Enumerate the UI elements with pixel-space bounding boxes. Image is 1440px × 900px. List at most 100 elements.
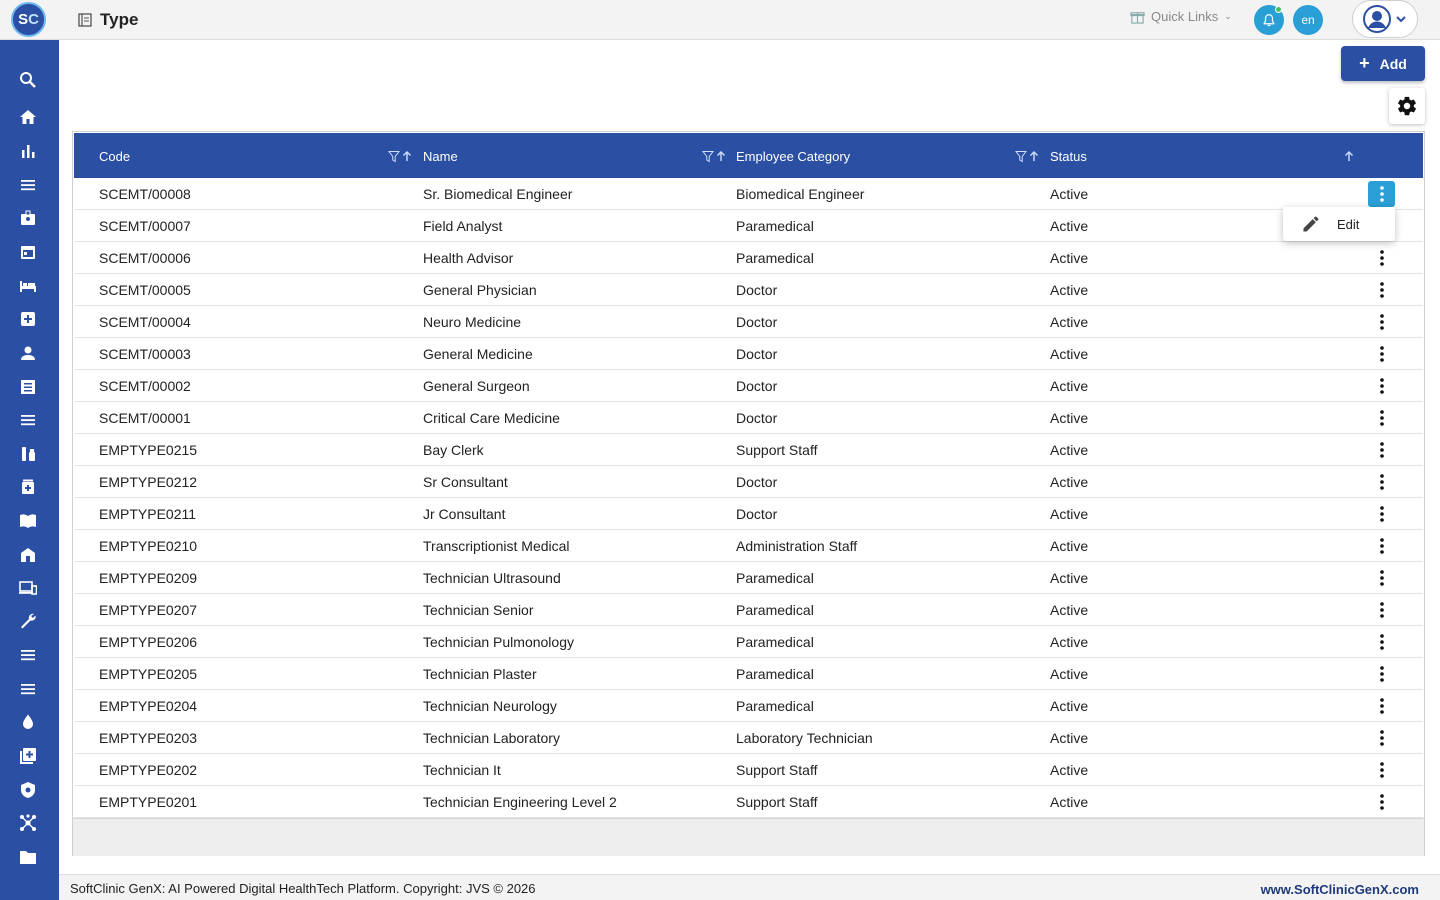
row-actions-button[interactable] (1368, 373, 1395, 399)
table-row[interactable]: EMPTYPE0212 Sr Consultant Doctor Active (74, 466, 1423, 498)
table-row[interactable]: EMPTYPE0201 Technician Engineering Level … (74, 786, 1423, 818)
row-actions-button[interactable] (1368, 533, 1395, 559)
filter-icon[interactable] (702, 150, 714, 163)
sidebar-item-wrench[interactable] (17, 610, 39, 632)
sidebar-item-add-box[interactable] (17, 745, 39, 767)
sidebar-item-search[interactable] (17, 69, 39, 91)
row-actions-button[interactable] (1368, 245, 1395, 271)
sidebar-item-folder[interactable] (17, 846, 39, 868)
receipt-icon (21, 380, 35, 394)
cell-status: Active (1050, 218, 1089, 234)
row-actions-button[interactable] (1368, 789, 1395, 815)
sort-up-icon[interactable] (1343, 150, 1355, 163)
sidebar-item-pharmacy[interactable] (17, 476, 39, 498)
more-vertical-icon (1379, 794, 1384, 810)
website-link[interactable]: www.SoftClinicGenX.com (1261, 882, 1419, 897)
table-row[interactable]: SCEMT/00004 Neuro Medicine Doctor Active (74, 306, 1423, 338)
sidebar-item-menu[interactable] (17, 678, 39, 700)
row-actions-button[interactable] (1368, 405, 1395, 431)
table-row[interactable]: SCEMT/00002 General Surgeon Doctor Active (74, 370, 1423, 402)
sidebar-item-bar-chart[interactable] (17, 140, 39, 162)
row-actions-button[interactable] (1368, 757, 1395, 783)
sidebar-item-list[interactable] (17, 409, 39, 431)
sort-up-icon[interactable] (1028, 150, 1040, 163)
cell-category: Doctor (736, 474, 778, 490)
sidebar-item-badge[interactable] (17, 207, 39, 229)
profile-menu[interactable] (1352, 0, 1418, 38)
sidebar-item-calendar[interactable] (17, 241, 39, 263)
table-row[interactable]: EMPTYPE0207 Technician Senior Paramedical A… (74, 594, 1423, 626)
row-actions-button[interactable] (1368, 725, 1395, 751)
table-row[interactable]: EMPTYPE0205 Technician Plaster Paramedical… (74, 658, 1423, 690)
sidebar-item-devices[interactable] (17, 577, 39, 599)
table-row[interactable]: SCEMT/00006 Health Advisor Paramedical Acti… (74, 242, 1423, 274)
row-actions-button[interactable] (1368, 565, 1395, 591)
table-row[interactable]: SCEMT/00005 General Physician Doctor Active (74, 274, 1423, 306)
sidebar-item-home[interactable] (17, 106, 39, 128)
sidebar-item-menu[interactable] (17, 644, 39, 666)
table-row[interactable]: EMPTYPE0206 Technician Pulmonology Paramed… (74, 626, 1423, 658)
more-vertical-icon (1379, 474, 1384, 490)
hub-icon (20, 814, 36, 831)
row-actions-button[interactable] (1368, 437, 1395, 463)
table-row[interactable]: EMPTYPE0204 Technician Neurology Paramedic… (74, 690, 1423, 722)
table-row[interactable]: EMPTYPE0203 Technician Laboratory Laborato… (74, 722, 1423, 754)
table-row[interactable]: EMPTYPE0215 Bay Clerk Support Staff Active (74, 434, 1423, 466)
sidebar-item-lab[interactable] (17, 443, 39, 465)
sort-up-icon[interactable] (401, 150, 413, 163)
cell-name: Transcriptionist Medical (423, 538, 570, 554)
app-logo[interactable]: SC (11, 2, 46, 37)
column-header-name[interactable]: Name (423, 149, 458, 164)
sidebar-item-book[interactable] (17, 510, 39, 532)
row-actions-button[interactable] (1368, 661, 1395, 687)
table-row[interactable]: EMPTYPE0202 Technician It Support Staff Act… (74, 754, 1423, 786)
sort-up-icon[interactable] (715, 150, 727, 163)
settings-button[interactable] (1389, 88, 1425, 124)
cell-code: EMPTYPE0204 (99, 698, 198, 714)
row-actions-button[interactable] (1368, 501, 1395, 527)
notifications-button[interactable] (1254, 5, 1284, 35)
sidebar-item-hub[interactable] (17, 812, 39, 834)
table-row[interactable]: EMPTYPE0209 Technician Ultrasound Paramedi… (74, 562, 1423, 594)
row-actions-button[interactable] (1368, 597, 1395, 623)
cell-category: Doctor (736, 506, 778, 522)
cell-category: Paramedical (736, 570, 814, 586)
table-row[interactable]: SCEMT/00007 Field Analyst Paramedical Activ… (74, 210, 1423, 242)
row-actions-button[interactable] (1368, 309, 1395, 335)
table-row[interactable]: SCEMT/00008 Sr. Biomedical Engineer Biomed… (74, 178, 1423, 210)
table-row[interactable]: SCEMT/00001 Critical Care Medicine Doctor A… (74, 402, 1423, 434)
table-row[interactable]: EMPTYPE0211 Jr Consultant Doctor Active (74, 498, 1423, 530)
quick-links-menu[interactable]: Quick Links ⌄ (1130, 9, 1232, 24)
table-row[interactable]: SCEMT/00003 General Medicine Doctor Active (74, 338, 1423, 370)
column-header-status[interactable]: Status (1050, 149, 1087, 164)
add-button[interactable]: + Add (1341, 46, 1425, 81)
sidebar-item-medical-kit[interactable] (17, 308, 39, 330)
code-column-tools[interactable] (388, 150, 413, 163)
cell-code: SCEMT/00003 (99, 346, 191, 362)
row-actions-button[interactable] (1368, 693, 1395, 719)
sidebar-item-shield[interactable] (17, 779, 39, 801)
home-icon (20, 110, 36, 124)
row-actions-button[interactable] (1368, 341, 1395, 367)
row-actions-button[interactable] (1368, 629, 1395, 655)
sidebar-item-blood-drop[interactable] (17, 711, 39, 733)
row-actions-button[interactable] (1368, 469, 1395, 495)
row-actions-button[interactable] (1368, 277, 1395, 303)
cell-category: Support Staff (736, 442, 818, 458)
status-column-tools[interactable] (1343, 150, 1355, 163)
category-column-tools[interactable] (1015, 150, 1040, 163)
sidebar-item-bed[interactable] (17, 275, 39, 297)
sidebar-item-person[interactable] (17, 342, 39, 364)
edit-menu-item[interactable]: Edit (1337, 217, 1359, 232)
row-actions-button[interactable] (1368, 181, 1395, 207)
sidebar-item-receipt[interactable] (17, 376, 39, 398)
filter-icon[interactable] (1015, 150, 1027, 163)
name-column-tools[interactable] (702, 150, 727, 163)
language-button[interactable]: en (1293, 5, 1323, 35)
column-header-code[interactable]: Code (99, 149, 130, 164)
filter-icon[interactable] (388, 150, 400, 163)
column-header-category[interactable]: Employee Category (736, 149, 850, 164)
table-row[interactable]: EMPTYPE0210 Transcriptionist Medical Admin… (74, 530, 1423, 562)
sidebar-item-building[interactable] (17, 544, 39, 566)
sidebar-item-menu[interactable] (17, 174, 39, 196)
